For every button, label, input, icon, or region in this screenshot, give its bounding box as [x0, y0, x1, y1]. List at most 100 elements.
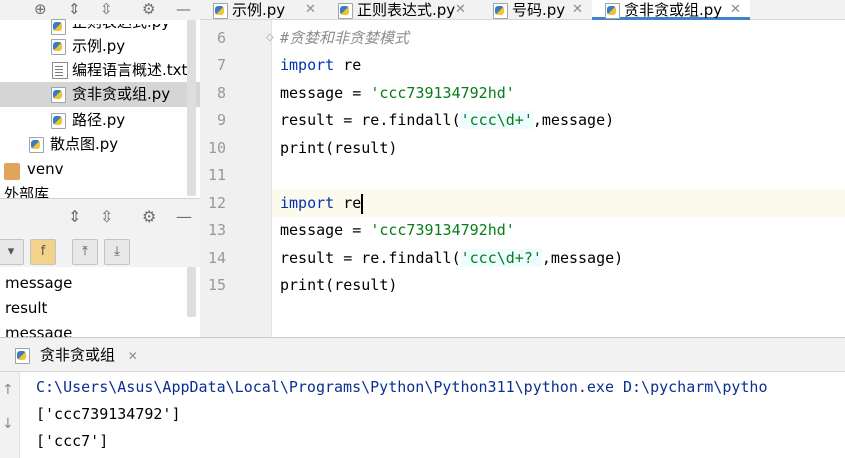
tree-item-label: 路径.py	[72, 111, 126, 129]
python-file-icon	[50, 86, 66, 103]
filter-icon[interactable]: ▾	[0, 239, 24, 265]
tab-number[interactable]: 号码.py ✕	[480, 0, 592, 20]
collapse-all-icon[interactable]: ⇳	[100, 207, 113, 226]
tree-item-label: 编程语言概述.txt	[72, 61, 188, 79]
code-line-14: result = re.findall('ccc\d+?',message)	[280, 245, 623, 272]
code-module: re	[343, 194, 362, 212]
code-text: ,message)	[541, 249, 624, 267]
tree-item[interactable]: 散点图.py	[0, 132, 200, 157]
python-file-icon	[28, 136, 44, 153]
line-number: 11	[207, 166, 226, 184]
run-side-toolbar: ↑ ↓	[0, 372, 20, 458]
tree-item[interactable]: 路径.py	[0, 108, 200, 133]
run-tab-bar: 贪非贪或组 ✕	[0, 338, 845, 372]
expand-all-icon[interactable]: ⇕	[68, 207, 81, 226]
code-line-15: print(result)	[280, 272, 397, 299]
run-tab[interactable]: 贪非贪或组 ✕	[10, 338, 138, 372]
tree-item[interactable]: 编程语言概述.txt	[0, 58, 200, 83]
tree-item-external-libraries[interactable]: 外部库	[0, 182, 200, 198]
console-output-line: ['ccc7']	[36, 432, 109, 450]
tree-item-label: 外部库	[4, 185, 50, 198]
line-number-gutter: 6 7 8 9 10 11 12 13 14 15 ◇	[200, 20, 274, 337]
gear-icon[interactable]: ⚙	[142, 207, 156, 226]
close-icon[interactable]: ✕	[572, 0, 583, 20]
tree-item-venv[interactable]: venv	[0, 157, 200, 182]
structure-item[interactable]: message	[5, 271, 72, 296]
editor-tab-bar: 示例.py ✕ 正则表达式.py ✕ 号码.py ✕ 贪非贪或组.py ✕	[200, 0, 845, 20]
line-number: 14	[207, 249, 226, 267]
line-number: 10	[207, 139, 226, 157]
code-comment: #贪婪和非贪婪模式	[280, 29, 410, 47]
structure-toolbar: ⇕ ⇳ ⚙ —	[0, 199, 200, 235]
tree-item-selected[interactable]: 贪非贪或组.py	[0, 82, 200, 107]
structure-filter-bar: ▾ f ⤒ ⤓	[0, 235, 200, 267]
structure-scrollbar[interactable]	[187, 267, 196, 317]
text-file-icon	[52, 62, 68, 79]
tab-greedy-nongreedy[interactable]: 贪非贪或组.py ✕	[592, 0, 750, 20]
line-number: 15	[207, 276, 226, 294]
structure-panel: ⇕ ⇳ ⚙ — ▾ f ⤒ ⤓ message result message	[0, 198, 200, 338]
fold-icon[interactable]: ◇	[266, 32, 274, 43]
console-output-line: ['ccc739134792']	[36, 405, 181, 423]
line-number: 9	[216, 111, 226, 129]
show-fields-icon[interactable]: f	[30, 239, 56, 265]
line-number: 6	[216, 29, 226, 47]
folder-icon	[4, 163, 20, 180]
tab-label: 号码.py	[512, 1, 566, 19]
code-text: (result)	[325, 139, 398, 157]
line-number: 12	[207, 194, 226, 212]
project-scrollbar[interactable]	[187, 20, 196, 196]
tree-item-label: 贪非贪或组.py	[72, 85, 171, 103]
code-string: 'ccc739134792hd'	[370, 221, 515, 239]
code-string: 'ccc739134792hd'	[370, 84, 515, 102]
structure-item[interactable]: result	[5, 296, 47, 321]
code-editor[interactable]: 6 7 8 9 10 11 12 13 14 15 ◇ #贪婪和非贪婪模式 im…	[200, 20, 845, 337]
sort-up-icon[interactable]: ⤒	[72, 239, 98, 265]
close-icon[interactable]: ✕	[730, 0, 741, 20]
python-run-icon	[14, 347, 30, 364]
scroll-up-icon[interactable]: ↑	[2, 382, 14, 398]
code-string: 'ccc\d+?'	[460, 249, 542, 267]
code-line-7: import re	[280, 52, 361, 79]
python-file-icon	[50, 18, 66, 35]
tree-item[interactable]: 示例.py	[0, 34, 200, 59]
tab-label: 正则表达式.py	[357, 1, 456, 19]
text-caret	[361, 193, 364, 214]
tree-item-label: venv	[27, 160, 64, 178]
run-tab-label: 贪非贪或组	[40, 346, 116, 364]
structure-item[interactable]: message	[5, 321, 72, 338]
line-number: 8	[216, 84, 226, 102]
close-icon[interactable]: ✕	[128, 349, 138, 363]
code-keyword: import	[280, 194, 335, 212]
console-command-line: C:\Users\Asus\AppData\Local\Programs\Pyt…	[36, 378, 768, 396]
scroll-down-icon[interactable]: ↓	[2, 416, 14, 432]
code-line-10: print(result)	[280, 135, 397, 162]
python-file-icon	[604, 2, 620, 19]
code-module: re	[343, 56, 362, 74]
python-file-icon	[337, 2, 353, 19]
tab-label: 示例.py	[232, 1, 286, 19]
minimize-icon[interactable]: —	[176, 207, 192, 226]
code-function: print	[280, 139, 326, 157]
tab-regex[interactable]: 正则表达式.py ✕	[325, 0, 480, 20]
code-line-6: #贪婪和非贪婪模式	[280, 25, 409, 52]
run-panel: 贪非贪或组 ✕ ↑ ↓ C:\Users\Asus\AppData\Local\…	[0, 337, 845, 458]
code-text: result = re.findall(	[280, 249, 461, 267]
python-file-icon	[212, 2, 228, 19]
close-icon[interactable]: ✕	[455, 0, 466, 20]
line-number: 7	[216, 56, 226, 74]
code-text: result = re.findall(	[280, 111, 461, 129]
line-number: 13	[207, 221, 226, 239]
code-text: message =	[280, 221, 371, 239]
tab-label: 贪非贪或组.py	[624, 1, 723, 19]
project-panel: ⊕ ⇕ ⇳ ⚙ — 正则表达式.py 示例.py 编程语言概述.txt 贪非贪或…	[0, 0, 200, 198]
close-icon[interactable]: ✕	[305, 0, 316, 20]
tab-example[interactable]: 示例.py ✕	[200, 0, 325, 20]
code-text: ,message)	[532, 111, 615, 129]
code-function: print	[280, 276, 326, 294]
python-file-icon	[50, 112, 66, 129]
code-line-12: import re	[280, 190, 364, 217]
code-line-8: message = 'ccc739134792hd'	[280, 80, 515, 107]
sort-down-icon[interactable]: ⤓	[104, 239, 130, 265]
tree-item-label: 散点图.py	[50, 135, 119, 153]
